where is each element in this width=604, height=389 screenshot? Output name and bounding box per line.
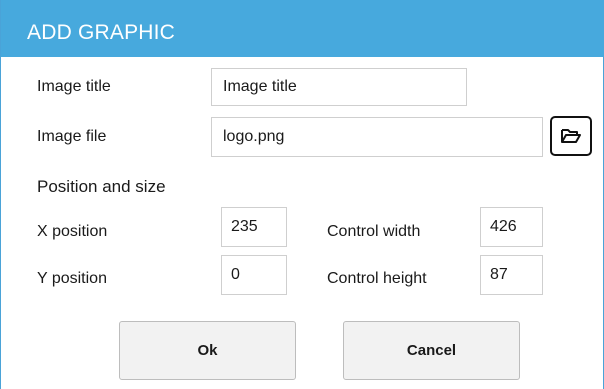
control-height-label: Control height	[327, 270, 427, 287]
image-title-input[interactable]	[211, 68, 467, 106]
position-size-heading: Position and size	[37, 177, 166, 196]
control-width-label: Control width	[327, 223, 421, 240]
x-position-input[interactable]	[221, 207, 287, 247]
image-file-input[interactable]	[211, 117, 543, 157]
add-graphic-dialog: ADD GRAPHIC Image title Image file Posit…	[0, 0, 604, 389]
cancel-button[interactable]: Cancel	[343, 321, 520, 380]
browse-file-button[interactable]	[550, 116, 592, 156]
y-position-input[interactable]	[221, 255, 287, 295]
x-position-label: X position	[37, 223, 108, 240]
control-height-input[interactable]	[480, 255, 543, 295]
y-position-label: Y position	[37, 270, 107, 287]
folder-open-icon	[561, 129, 581, 143]
image-file-label: Image file	[37, 128, 107, 145]
image-title-label: Image title	[37, 78, 111, 95]
control-width-input[interactable]	[480, 207, 543, 247]
dialog-title: ADD GRAPHIC	[27, 21, 176, 44]
ok-button[interactable]: Ok	[119, 321, 296, 380]
dialog-titlebar: ADD GRAPHIC	[1, 0, 604, 57]
